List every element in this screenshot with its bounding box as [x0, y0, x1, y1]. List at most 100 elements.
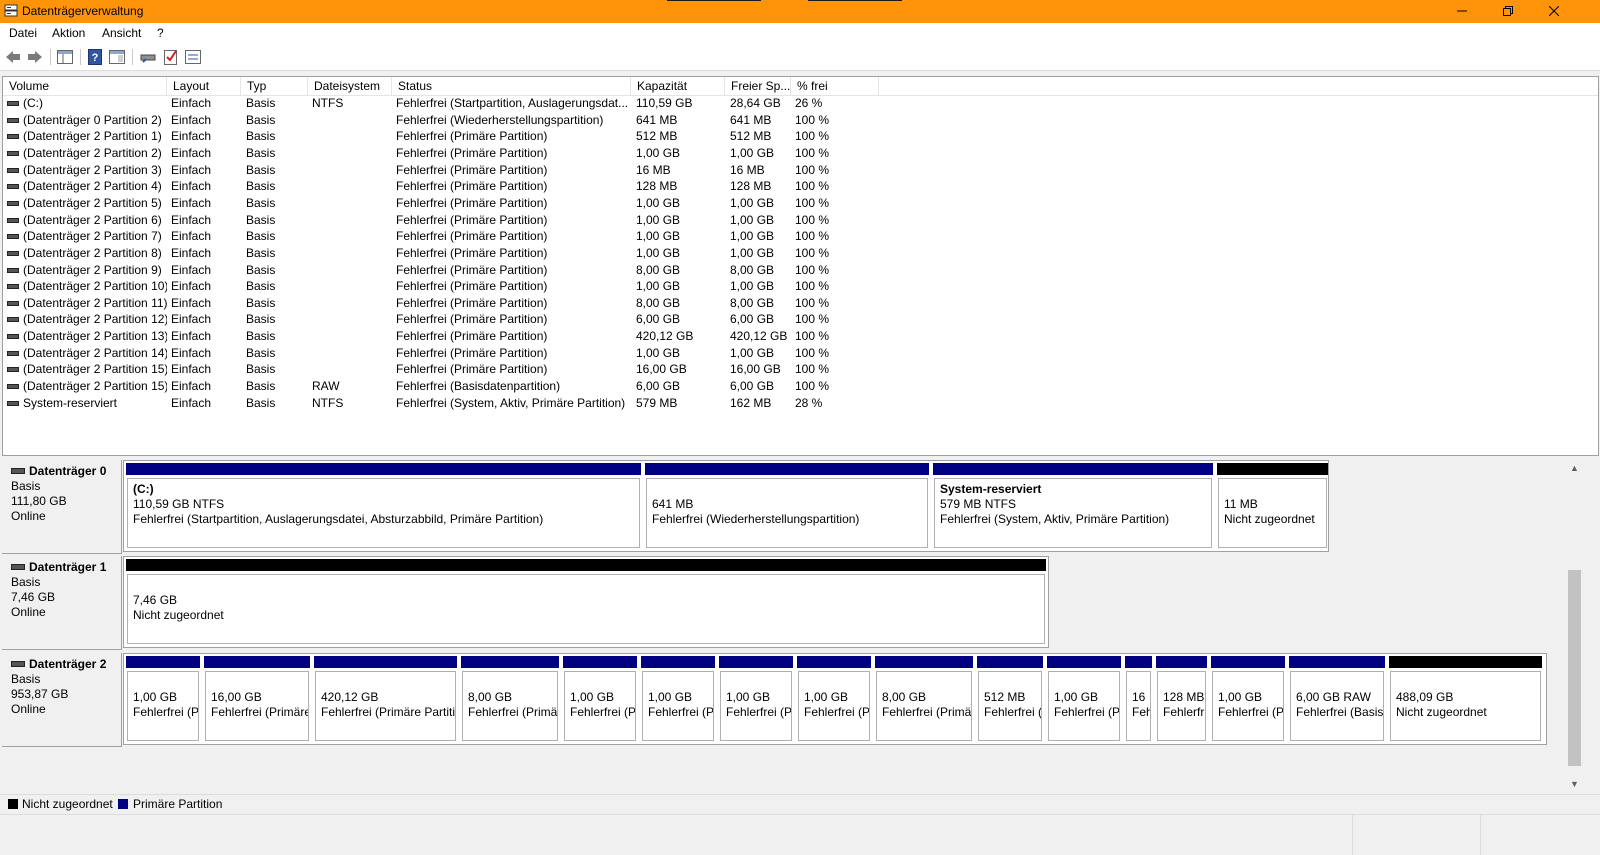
volume-row[interactable]: (Datenträger 2 Partition 12) Einfach Basis… [3, 311, 903, 328]
unallocated-partition[interactable]: 488,09 GB Nicht zugeordnet [1387, 654, 1544, 744]
volume-cell-kapazitaet: 1,00 GB [636, 229, 681, 244]
volume-cell-kapazitaet: 1,00 GB [636, 212, 681, 227]
volume-row[interactable]: (Datenträger 2 Partition 15) Einfach Basis… [3, 378, 903, 395]
volume-cell-typ: Basis [246, 245, 276, 260]
volume-icon [7, 134, 19, 140]
primary-partition[interactable]: (C:) 110,59 GB NTFS Fehlerfrei (Startparti… [124, 461, 643, 551]
primary-partition[interactable]: 8,00 GB Fehlerfrei (Primä [873, 654, 975, 744]
volume-row[interactable]: (Datenträger 2 Partition 10) Einfach Basis… [3, 278, 903, 295]
volume-row[interactable]: (Datenträger 0 Partition 2) Einfach Basis F… [3, 112, 903, 129]
settings-panel-button[interactable] [184, 48, 202, 66]
close-button[interactable] [1531, 0, 1577, 23]
partition-info: 488,09 GB Nicht zugeordnet [1390, 671, 1541, 741]
primary-partition[interactable]: 1,00 GB Fehlerfrei (P [561, 654, 639, 744]
column-header-status[interactable]: Status [392, 77, 631, 95]
primary-partition[interactable]: 8,00 GB Fehlerfrei (Primä [459, 654, 561, 744]
volume-row[interactable]: System-reserviert Einfach Basis NTFS Fehlerf… [3, 395, 903, 412]
primary-partition[interactable]: 1,00 GB Fehlerfrei (P [124, 654, 202, 744]
volume-cell-volume: (Datenträger 2 Partition 6) [23, 212, 162, 227]
volume-cell-status: Fehlerfrei (Primäre Partition) [396, 229, 548, 244]
volume-cell-kapazitaet: 128 MB [636, 179, 678, 194]
column-header-dateisystem[interactable]: Dateisystem [308, 77, 392, 95]
disk-label[interactable]: Datenträger 1 Basis 7,46 GB Online [2, 556, 122, 650]
column-header-kapazitaet[interactable]: Kapazität [631, 77, 725, 95]
volume-row[interactable]: (Datenträger 2 Partition 4) Einfach Basis F… [3, 178, 903, 195]
volume-cell-status: Fehlerfrei (Wiederherstellungspartition) [396, 112, 604, 127]
volume-row[interactable]: (Datenträger 2 Partition 13) Einfach Basis… [3, 328, 903, 345]
menu-aktion[interactable]: Aktion [52, 26, 85, 40]
volume-row[interactable]: (Datenträger 2 Partition 11) Einfach Basis… [3, 295, 903, 312]
volume-row[interactable]: (Datenträger 2 Partition 9) Einfach Basis F… [3, 262, 903, 279]
back-button[interactable] [4, 48, 22, 66]
primary-partition[interactable]: 1,00 GB Fehlerfrei (P [1045, 654, 1123, 744]
volume-cell-freier-speicher: 641 MB [730, 112, 772, 127]
column-header-typ[interactable]: Typ [241, 77, 308, 95]
scroll-down-icon[interactable]: ▼ [1566, 776, 1583, 792]
restore-button[interactable] [1485, 0, 1531, 23]
unallocated-partition[interactable]: 7,46 GB Nicht zugeordnet [124, 557, 1048, 647]
column-header-freier-speicher[interactable]: Freier Sp... [725, 77, 791, 95]
menu-datei[interactable]: Datei [9, 26, 37, 40]
primary-partition[interactable]: 128 MB Fehlerfr [1154, 654, 1209, 744]
volume-cell-layout: Einfach [171, 212, 212, 227]
volume-row[interactable]: (Datenträger 2 Partition 3) Einfach Basis F… [3, 162, 903, 179]
scrollbar-thumb[interactable] [1568, 570, 1581, 766]
partition-name: (C:) [133, 482, 154, 496]
primary-partition[interactable]: System-reserviert 579 MB NTFS Fehlerfrei (… [931, 461, 1215, 551]
volume-cell-typ: Basis [246, 212, 276, 227]
volume-cell-freier-speicher: 16,00 GB [730, 362, 781, 377]
partition-name [1396, 675, 1535, 690]
volume-cell-volume: (Datenträger 2 Partition 5) [23, 195, 162, 210]
volume-row[interactable]: (Datenträger 2 Partition 5) Einfach Basis F… [3, 195, 903, 212]
partition-info: 16,00 GB Fehlerfrei (Primäre [205, 671, 309, 741]
properties-button[interactable] [108, 48, 126, 66]
partition-size: 1,00 GB [1054, 690, 1099, 704]
volume-icon [7, 117, 19, 123]
disk-label[interactable]: Datenträger 2 Basis 953,87 GB Online [2, 653, 122, 747]
volume-cell-status: Fehlerfrei (Primäre Partition) [396, 329, 548, 344]
volume-row[interactable]: (Datenträger 2 Partition 6) Einfach Basis F… [3, 212, 903, 229]
checklist-button[interactable] [162, 48, 180, 66]
primary-partition[interactable]: 512 MB Fehlerfrei ( [975, 654, 1045, 744]
primary-partition[interactable]: 420,12 GB Fehlerfrei (Primäre Partitio [312, 654, 459, 744]
volume-row[interactable]: (Datenträger 2 Partition 15) Einfach Basis… [3, 361, 903, 378]
disk-icon [11, 661, 25, 667]
primary-partition[interactable]: 6,00 GB RAW Fehlerfrei (Basisc [1287, 654, 1387, 744]
console-tree-button[interactable] [56, 48, 74, 66]
column-header-volume[interactable]: Volume [3, 77, 167, 95]
scroll-up-icon[interactable]: ▲ [1566, 460, 1583, 476]
primary-partition[interactable]: 16,00 GB Fehlerfrei (Primäre [202, 654, 312, 744]
volume-row[interactable]: (Datenträger 2 Partition 1) Einfach Basis F… [3, 128, 903, 145]
column-header-prozent-frei[interactable]: % frei [791, 77, 879, 95]
primary-partition[interactable]: 641 MB Fehlerfrei (Wiederherstellungspart… [643, 461, 931, 551]
volume-icon [7, 217, 19, 223]
menu-ansicht[interactable]: Ansicht [102, 26, 141, 40]
help-button[interactable]: ? [86, 48, 104, 66]
disk-button[interactable] [139, 48, 157, 66]
disk-size: 7,46 GB [11, 590, 56, 604]
primary-partition[interactable]: 1,00 GB Fehlerfrei (P [1209, 654, 1287, 744]
volume-row[interactable]: (Datenträger 2 Partition 8) Einfach Basis F… [3, 245, 903, 262]
primary-partition[interactable]: 1,00 GB Fehlerfrei (P [639, 654, 717, 744]
forward-button[interactable] [26, 48, 44, 66]
volume-row[interactable]: (Datenträger 2 Partition 2) Einfach Basis F… [3, 145, 903, 162]
unallocated-partition[interactable]: 11 MB Nicht zugeordnet [1215, 461, 1330, 551]
volume-cell-prozent-frei: 100 % [795, 162, 830, 177]
disk-graphical-view: Datenträger 0 Basis 111,80 GB Online (C:) 110… [2, 460, 1566, 792]
volume-row[interactable]: (Datenträger 2 Partition 14) Einfach Basis… [3, 345, 903, 362]
primary-partition[interactable]: 1,00 GB Fehlerfrei (P [795, 654, 873, 744]
legend-label-primary: Primäre Partition [133, 797, 223, 811]
disk-label[interactable]: Datenträger 0 Basis 111,80 GB Online [2, 460, 122, 554]
menu-help[interactable]: ? [157, 26, 164, 40]
volume-row[interactable]: (C:) Einfach Basis NTFS Fehlerfrei (Startpar… [3, 95, 903, 112]
primary-partition[interactable]: 16 Feh [1123, 654, 1154, 744]
disk-icon [140, 54, 156, 63]
minimize-button[interactable] [1439, 0, 1485, 23]
column-header-layout[interactable]: Layout [167, 77, 241, 95]
partition-status: Nicht zugeordnet [1396, 705, 1487, 719]
volume-row[interactable]: (Datenträger 2 Partition 7) Einfach Basis F… [3, 228, 903, 245]
disk-view-vertical-scrollbar[interactable]: ▲ ▼ [1566, 460, 1583, 792]
volume-cell-volume: (Datenträger 2 Partition 1) [23, 129, 162, 144]
primary-partition[interactable]: 1,00 GB Fehlerfrei (P [717, 654, 795, 744]
volume-cell-kapazitaet: 8,00 GB [636, 262, 681, 277]
